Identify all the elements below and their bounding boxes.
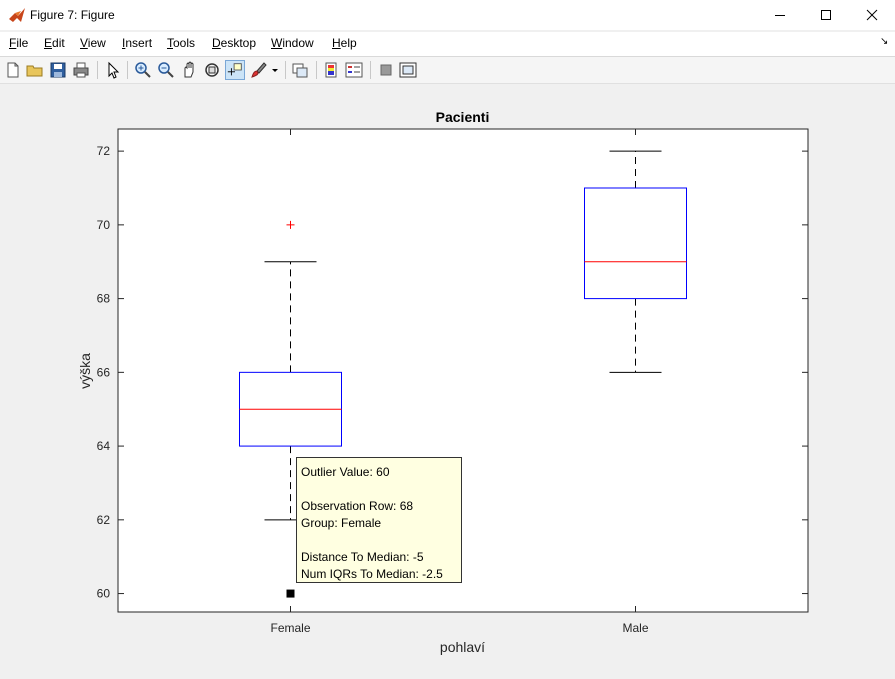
minimize-icon	[775, 15, 785, 16]
y-tick-label: 64	[97, 439, 111, 453]
toolbar-separator	[285, 61, 286, 79]
menu-tools[interactable]: Tools	[167, 36, 195, 50]
pan-icon[interactable]	[179, 60, 199, 80]
print-icon[interactable]	[71, 60, 91, 80]
menu-edit[interactable]: Edit	[44, 36, 65, 50]
boxplot-chart[interactable]: Pacienti 60 62 64 66 68 70 72 Female Male pohla…	[0, 84, 895, 679]
datatip-distance-to-median: Distance To Median: -5	[301, 550, 424, 564]
menu-file[interactable]: File	[9, 36, 28, 50]
data-cursor-icon[interactable]	[225, 60, 245, 80]
show-plot-tools-icon[interactable]	[398, 60, 418, 80]
datatip-num-iqrs: Num IQRs To Median: -2.5	[301, 567, 443, 581]
menu-view[interactable]: View	[80, 36, 106, 50]
menu-bar: File Edit View Insert Tools Desktop Wind…	[0, 32, 895, 57]
menu-desktop[interactable]: Desktop	[212, 36, 256, 50]
x-tick-label: Female	[270, 621, 310, 635]
datatip-spacer	[301, 532, 461, 549]
brush-icon[interactable]	[249, 60, 269, 80]
y-tick-label: 66	[97, 365, 111, 379]
figure-canvas: Pacienti 60 62 64 66 68 70 72 Female Male pohla…	[0, 84, 895, 679]
title-bar: Figure 7: Figure	[0, 0, 895, 30]
toolbar-separator	[370, 61, 371, 79]
open-file-icon[interactable]	[25, 60, 45, 80]
new-figure-icon[interactable]	[3, 60, 23, 80]
brush-dropdown-icon[interactable]	[270, 60, 280, 80]
y-tick-label: 68	[97, 292, 111, 306]
undock-icon[interactable]: ↘	[880, 36, 888, 47]
link-plot-icon[interactable]	[290, 60, 310, 80]
y-axis-label: výška	[77, 353, 93, 389]
figure-toolbar	[0, 57, 895, 84]
x-axis-label: pohlaví	[440, 639, 485, 655]
toolbar-separator	[97, 61, 98, 79]
menu-window[interactable]: Window	[271, 36, 314, 50]
data-tip[interactable]: Outlier Value: 60 Observation Row: 68 Gr…	[296, 457, 462, 583]
window-title: Figure 7: Figure	[30, 8, 115, 22]
menu-help[interactable]: Help	[332, 36, 357, 50]
menu-insert[interactable]: Insert	[122, 36, 152, 50]
datatip-group: Group: Female	[301, 516, 382, 530]
maximize-icon	[821, 10, 831, 20]
close-icon	[866, 9, 878, 21]
toolbar-separator	[127, 61, 128, 79]
minimize-button[interactable]	[757, 0, 803, 30]
selected-outlier-marker	[286, 589, 295, 598]
matlab-app-icon	[9, 8, 25, 22]
close-button[interactable]	[849, 0, 895, 30]
rotate-3d-icon[interactable]	[202, 60, 222, 80]
edit-plot-icon[interactable]	[103, 60, 123, 80]
y-tick-label: 70	[97, 218, 111, 232]
datatip-outlier-value: Outlier Value: 60	[301, 465, 390, 479]
plot-area	[117, 128, 809, 613]
chart-title: Pacienti	[436, 109, 490, 125]
legend-icon[interactable]	[344, 60, 364, 80]
maximize-button[interactable]	[803, 0, 849, 30]
zoom-in-icon[interactable]	[133, 60, 153, 80]
save-icon[interactable]	[48, 60, 68, 80]
zoom-out-icon[interactable]	[156, 60, 176, 80]
datatip-spacer	[301, 481, 461, 498]
hide-plot-tools-icon[interactable]	[376, 60, 396, 80]
toolbar-separator	[316, 61, 317, 79]
y-tick-label: 60	[97, 587, 111, 601]
y-tick-label: 72	[97, 144, 111, 158]
colorbar-icon[interactable]	[321, 60, 341, 80]
y-tick-label: 62	[97, 513, 111, 527]
datatip-observation-row: Observation Row: 68	[301, 499, 414, 513]
x-tick-label: Male	[622, 621, 648, 635]
